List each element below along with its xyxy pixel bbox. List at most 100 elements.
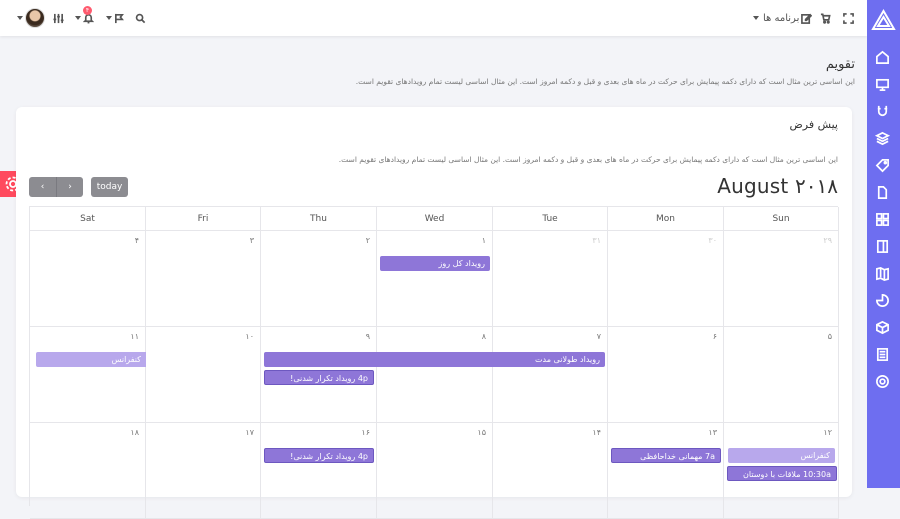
cart-icon [820, 13, 831, 24]
sidebar-item-chart[interactable] [875, 293, 892, 310]
event-repeating[interactable]: 4p رویداد تکرار شدنی! [264, 448, 374, 463]
calendar-grid: Sun Mon Tue Wed Thu Fri Sat ۲۹ ۳۰ ۳۱ ۱ ۲… [29, 206, 839, 519]
package-icon [876, 320, 889, 335]
flag-icon [115, 13, 124, 23]
sidebar-item-map[interactable] [875, 266, 892, 283]
user-menu[interactable] [15, 0, 25, 36]
sidebar-item-package[interactable] [875, 320, 892, 337]
sidebar-item-magnet[interactable] [875, 104, 892, 121]
cart-button[interactable] [820, 0, 831, 36]
event-meeting[interactable]: 10:30a ملاقات با دوستان [727, 466, 837, 481]
event-long[interactable]: رویداد طولانی مدت [264, 352, 605, 367]
sidebar-item-grid[interactable] [875, 212, 892, 229]
sidebar-item-file[interactable] [875, 185, 892, 202]
event-all-day[interactable]: رویداد کل روز [380, 256, 490, 271]
chevron-down-icon [17, 16, 23, 20]
sidebar [867, 0, 900, 488]
sidebar-item-tag[interactable] [875, 158, 892, 175]
apps-label: برنامه ها [763, 12, 800, 24]
day-number: ۱۳ [708, 428, 717, 437]
card-description: این اساسی ترین مثال است که دارای دکمه پی… [338, 155, 838, 164]
settings-sliders-button[interactable] [53, 0, 64, 36]
layers-icon [874, 131, 891, 146]
language-button[interactable] [104, 0, 125, 36]
day-number: ۳ [249, 236, 254, 245]
day-number: ۱۶ [361, 428, 370, 437]
avatar[interactable] [25, 8, 45, 28]
day-cell[interactable]: ۳۰ [608, 231, 724, 327]
day-number: ۱۰ [245, 332, 254, 341]
day-number: ۱۸ [130, 428, 139, 437]
day-cell[interactable]: ۲۹ [724, 231, 839, 327]
day-cell[interactable]: ۳۱ [493, 231, 608, 327]
day-cell[interactable]: ۶ [608, 327, 724, 423]
day-cell[interactable]: ۱۴ [493, 423, 608, 519]
day-number: ۱ [481, 236, 486, 245]
map-icon [876, 266, 889, 281]
day-cell[interactable]: ۱۸ [30, 423, 146, 519]
calendar-title: August ۲۰۱۸ [717, 174, 838, 198]
apps-menu[interactable]: برنامه ها [751, 0, 813, 36]
day-cell[interactable]: ۱۰ [146, 327, 261, 423]
pie-chart-icon [876, 294, 889, 307]
day-cell[interactable]: ۳ [146, 231, 261, 327]
book-icon [876, 348, 889, 361]
sidebar-item-layers[interactable] [874, 131, 892, 148]
day-number: ۱۷ [245, 428, 254, 437]
weekday-header: Wed [377, 207, 493, 231]
day-number: ۳۱ [592, 236, 601, 245]
calendar-card: پیش فرض این اساسی ترین مثال است که دارای… [16, 107, 852, 519]
chevron-down-icon [75, 16, 81, 20]
sidebar-item-monitor[interactable] [875, 77, 892, 94]
home-icon [876, 50, 889, 64]
day-cell[interactable]: ۵ [724, 327, 839, 423]
page-description: این اساسی ترین مثال است که دارای دکمه پی… [355, 77, 855, 86]
weekday-header: Mon [608, 207, 724, 231]
event-conference[interactable]: کنفرانس [728, 448, 835, 463]
sidebar-item-support[interactable] [875, 374, 892, 391]
sidebar-item-home[interactable] [875, 50, 892, 67]
edit-icon [801, 13, 813, 24]
day-number: ۶ [712, 332, 717, 341]
file-icon [877, 186, 888, 199]
day-cell[interactable]: ۲ [261, 231, 377, 327]
weekday-header: Thu [261, 207, 377, 231]
day-cell[interactable]: ۱۶ [261, 423, 377, 519]
search-icon [135, 13, 146, 23]
logo-icon [871, 9, 896, 30]
notification-badge: ۴ [83, 6, 92, 15]
day-number: ۱۴ [592, 428, 601, 437]
event-farewell-party[interactable]: 7a مهمانی خداحافظی [611, 448, 721, 463]
day-cell[interactable]: ۱۳ [608, 423, 724, 519]
notifications-button[interactable] [73, 0, 94, 36]
day-cell[interactable]: ۱۷ [146, 423, 261, 519]
event-repeating[interactable]: 4p رویداد تکرار شدنی! [264, 370, 374, 385]
day-number: ۲۹ [823, 236, 832, 245]
fullscreen-icon [843, 12, 854, 24]
chevron-down-icon [753, 16, 759, 20]
weekday-header: Fri [146, 207, 261, 231]
day-number: ۹ [365, 332, 370, 341]
prev-month-button[interactable]: ‹ [29, 177, 56, 197]
sliders-icon [53, 13, 64, 23]
day-number: ۳۰ [708, 236, 717, 245]
tag-icon [875, 159, 889, 173]
day-cell[interactable]: ۱ [377, 231, 493, 327]
sidebar-icon [876, 240, 889, 253]
next-month-button[interactable]: › [56, 177, 83, 197]
event-conference[interactable]: کنفرانس [36, 352, 146, 367]
day-cell[interactable]: ۸ [377, 327, 493, 423]
day-number: ۵ [827, 332, 832, 341]
day-cell[interactable]: ۱۱ [30, 327, 146, 423]
today-button[interactable]: today [91, 177, 128, 197]
fullscreen-button[interactable] [843, 0, 854, 36]
sidebar-item-book[interactable] [875, 347, 892, 364]
day-number: ۸ [481, 332, 486, 341]
search-button[interactable] [135, 0, 146, 36]
weekday-header: Tue [493, 207, 608, 231]
day-cell[interactable]: ۱۵ [377, 423, 493, 519]
day-cell[interactable]: ۴ [30, 231, 146, 327]
sidebar-item-sidebar[interactable] [875, 239, 892, 256]
grid-icon [876, 213, 889, 226]
day-cell[interactable]: ۷ [493, 327, 608, 423]
